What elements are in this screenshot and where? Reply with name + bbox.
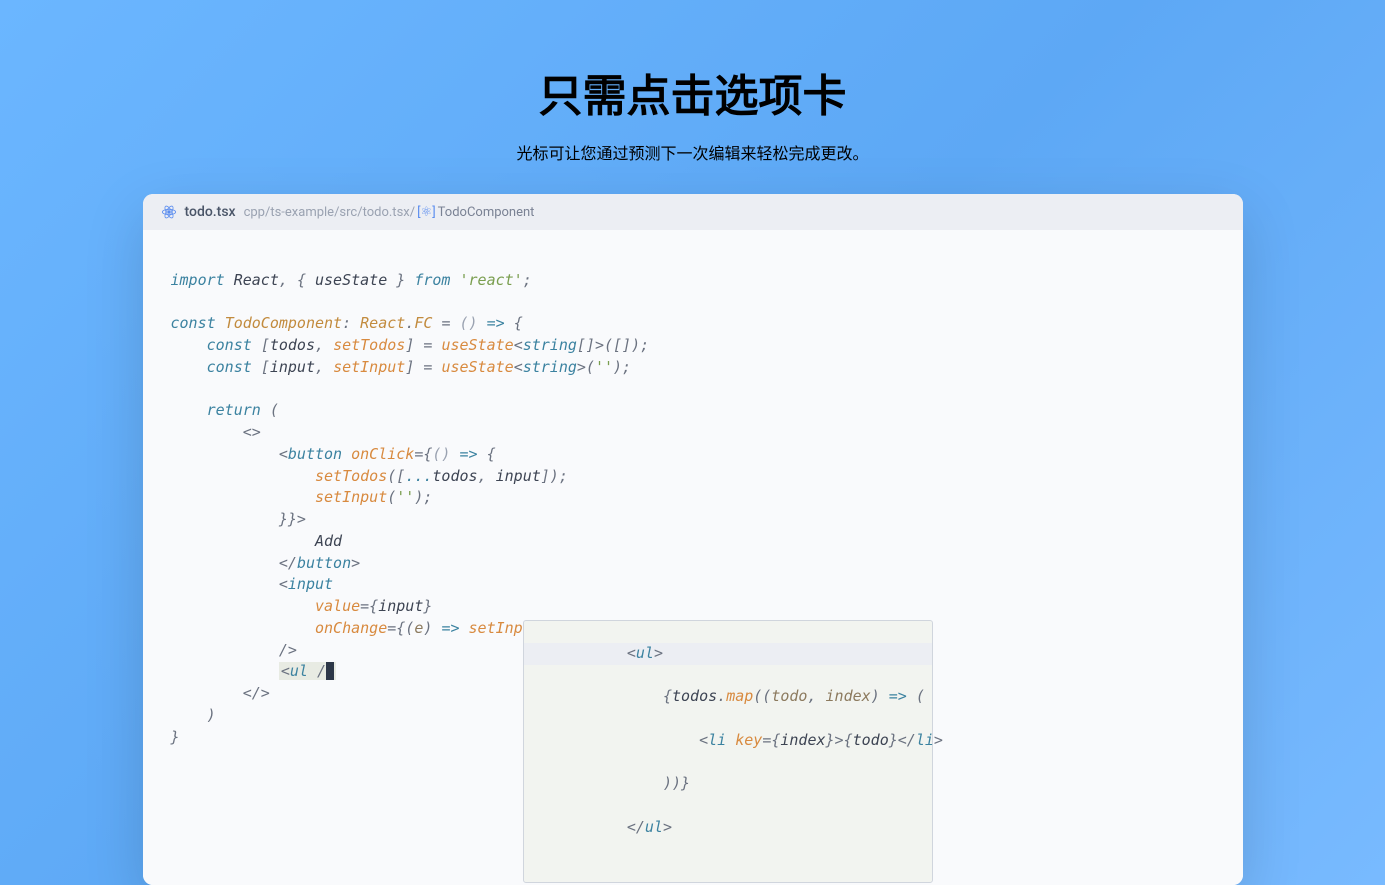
- breadcrumb-component: TodoComponent: [438, 205, 535, 220]
- cursor-position: [326, 662, 334, 680]
- tab-filename[interactable]: todo.tsx: [185, 204, 236, 220]
- tab-breadcrumb[interactable]: cpp/ts-example/src/todo.tsx/[⚛]TodoCompo…: [244, 205, 535, 220]
- editor-window: todo.tsx cpp/ts-example/src/todo.tsx/[⚛]…: [143, 194, 1243, 885]
- tab-bar: todo.tsx cpp/ts-example/src/todo.tsx/[⚛]…: [143, 194, 1243, 230]
- autocomplete-suggestion[interactable]: <ul> {todos.map((todo, index) => ( <li k…: [523, 620, 933, 883]
- hero-subheadline: 光标可让您通过预测下一次编辑来轻松完成更改。: [516, 140, 868, 164]
- breadcrumb-path: cpp/ts-example/src/todo.tsx/: [244, 205, 416, 220]
- hero-headline: 只需点击选项卡: [539, 60, 847, 124]
- react-icon: [161, 204, 177, 220]
- breadcrumb-symbol-icon: [⚛]: [417, 205, 436, 220]
- code-editor[interactable]: import React, { useState } from 'react';…: [143, 230, 1243, 885]
